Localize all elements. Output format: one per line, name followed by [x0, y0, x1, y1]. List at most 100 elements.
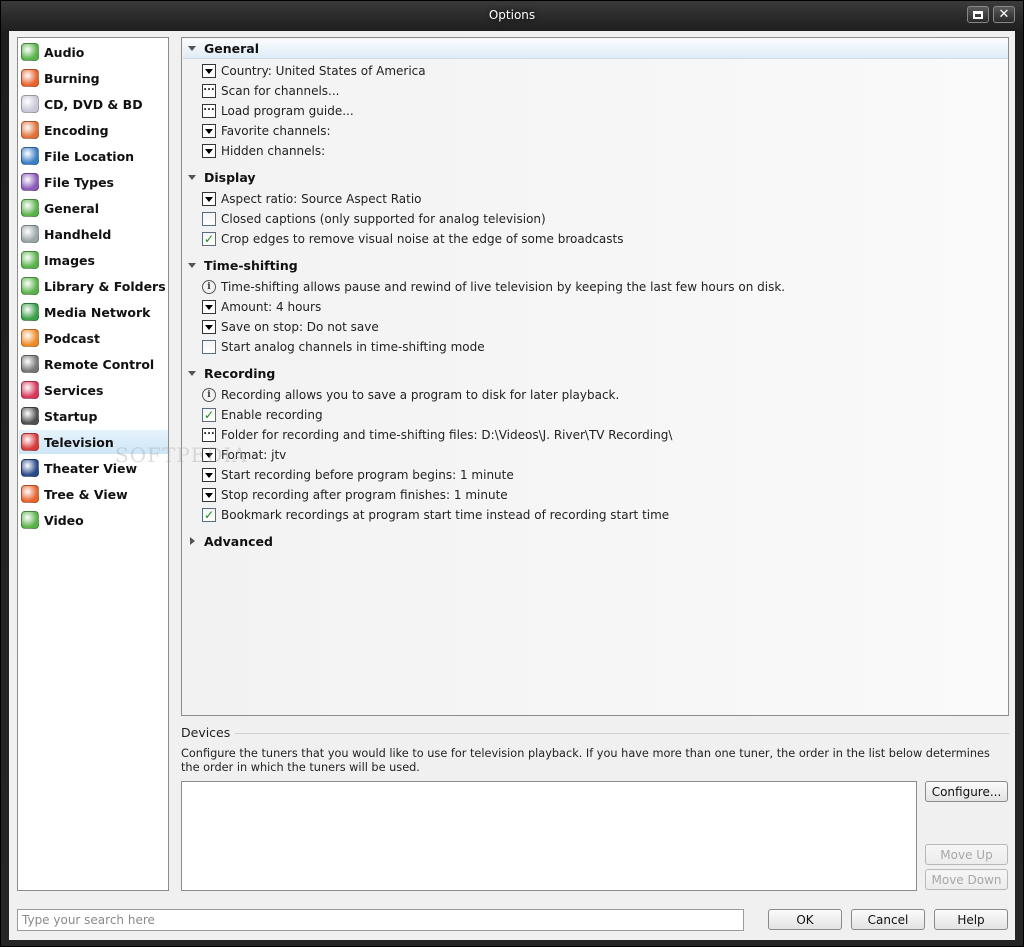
- maximize-button[interactable]: [967, 6, 989, 23]
- video-icon: [21, 511, 39, 529]
- sidebar-item-file-types[interactable]: File Types: [19, 170, 168, 194]
- option-label: Start analog channels in time-shifting m…: [221, 340, 485, 354]
- dropdown-arrow-icon[interactable]: [202, 144, 216, 158]
- sidebar-item-handheld[interactable]: Handheld: [19, 222, 168, 246]
- globe-icon: [21, 147, 39, 165]
- group-display[interactable]: Display: [188, 167, 256, 187]
- dropdown-arrow-icon[interactable]: [202, 468, 216, 482]
- move-down-button[interactable]: Move Down: [925, 869, 1008, 890]
- sidebar-item-audio[interactable]: Audio: [19, 40, 168, 64]
- group-advanced[interactable]: Advanced: [188, 531, 273, 551]
- devices-divider: [235, 733, 1009, 734]
- sidebar-item-tree-view[interactable]: Tree & View: [19, 482, 168, 506]
- sidebar-item-label: Library & Folders: [44, 278, 166, 294]
- collapse-triangle-icon: [188, 370, 196, 376]
- option-label: Time-shifting allows pause and rewind of…: [221, 280, 786, 294]
- option-dropdown[interactable]: Hidden channels:: [202, 142, 325, 160]
- sidebar-item-remote-control[interactable]: Remote Control: [19, 352, 168, 376]
- checkbox[interactable]: [202, 232, 216, 246]
- sidebar-item-services[interactable]: Services: [19, 378, 168, 402]
- sidebar-item-label: Startup: [44, 408, 98, 424]
- dropdown-arrow-icon[interactable]: [202, 192, 216, 206]
- option-dropdown[interactable]: Country: United States of America: [202, 62, 426, 80]
- sidebar-item-label: File Location: [44, 148, 135, 164]
- close-button[interactable]: ✕: [993, 6, 1015, 23]
- option-dropdown[interactable]: Amount: 4 hours: [202, 298, 321, 316]
- checkbox[interactable]: [202, 408, 216, 422]
- option-checkbox[interactable]: Enable recording: [202, 406, 323, 424]
- sidebar-item-startup[interactable]: Startup: [19, 404, 168, 428]
- group-time-shifting[interactable]: Time-shifting: [188, 255, 298, 275]
- checkbox[interactable]: [202, 508, 216, 522]
- dropdown-arrow-icon[interactable]: [202, 300, 216, 314]
- tuner-list[interactable]: [181, 781, 917, 891]
- group-label: Display: [204, 169, 256, 185]
- option-label: Bookmark recordings at program start tim…: [221, 508, 670, 522]
- ellipsis-button[interactable]: [202, 104, 216, 118]
- option-dropdown[interactable]: Stop recording after program finishes: 1…: [202, 486, 508, 504]
- sidebar-item-label: File Types: [44, 174, 114, 190]
- option-dropdown[interactable]: Favorite channels:: [202, 122, 331, 140]
- sidebar-item-encoding[interactable]: Encoding: [19, 118, 168, 142]
- option-label: Aspect ratio: Source Aspect Ratio: [221, 192, 422, 206]
- sidebar-item-general[interactable]: General: [19, 196, 168, 220]
- option-label: Amount: 4 hours: [221, 300, 322, 314]
- sidebar-item-video[interactable]: Video: [19, 508, 168, 532]
- group-recording[interactable]: Recording: [188, 363, 275, 383]
- group-label: Advanced: [204, 533, 273, 549]
- group-label: General: [204, 41, 259, 56]
- option-dots[interactable]: Scan for channels...: [202, 82, 339, 100]
- checkbox[interactable]: [202, 340, 216, 354]
- dropdown-arrow-icon[interactable]: [202, 124, 216, 138]
- move-up-button[interactable]: Move Up: [925, 844, 1008, 865]
- option-checkbox[interactable]: Crop edges to remove visual noise at the…: [202, 230, 623, 248]
- sidebar-item-label: Media Network: [44, 304, 151, 320]
- checkbox[interactable]: [202, 212, 216, 226]
- burning-icon: [21, 69, 39, 87]
- option-label: Scan for channels...: [221, 84, 340, 98]
- group-general[interactable]: General: [183, 39, 1008, 59]
- remote-icon: [21, 355, 39, 373]
- title-bar[interactable]: Options ✕: [1, 1, 1023, 31]
- cancel-button[interactable]: Cancel: [851, 909, 925, 930]
- option-dropdown[interactable]: Aspect ratio: Source Aspect Ratio: [202, 190, 422, 208]
- television-icon: [21, 433, 39, 451]
- option-label: Hidden channels:: [221, 144, 326, 158]
- sidebar-item-images[interactable]: Images: [19, 248, 168, 272]
- option-dropdown[interactable]: Start recording before program begins: 1…: [202, 466, 514, 484]
- option-checkbox[interactable]: Start analog channels in time-shifting m…: [202, 338, 485, 356]
- ellipsis-button[interactable]: [202, 84, 216, 98]
- option-dropdown[interactable]: Save on stop: Do not save: [202, 318, 379, 336]
- sidebar-item-podcast[interactable]: Podcast: [19, 326, 168, 350]
- dropdown-arrow-icon[interactable]: [202, 488, 216, 502]
- configure-button[interactable]: Configure...: [925, 781, 1008, 802]
- dropdown-arrow-icon[interactable]: [202, 320, 216, 334]
- sidebar-item-label: Remote Control: [44, 356, 155, 372]
- sidebar-item-label: Television: [44, 434, 114, 450]
- tree-icon: [21, 485, 39, 503]
- sidebar-item-media-network[interactable]: Media Network: [19, 300, 168, 324]
- help-button[interactable]: Help: [934, 909, 1008, 930]
- option-info: Recording allows you to save a program t…: [202, 386, 619, 404]
- option-label: Folder for recording and time-shifting f…: [221, 428, 673, 442]
- sidebar-item-burning[interactable]: Burning: [19, 66, 168, 90]
- sidebar-item-library-folders[interactable]: Library & Folders: [19, 274, 168, 298]
- network-icon: [21, 303, 39, 321]
- ok-button[interactable]: OK: [768, 909, 842, 930]
- option-checkbox[interactable]: Closed captions (only supported for anal…: [202, 210, 546, 228]
- option-label: Stop recording after program finishes: 1…: [221, 488, 508, 502]
- option-dots[interactable]: Load program guide...: [202, 102, 354, 120]
- option-label: Save on stop: Do not save: [221, 320, 379, 334]
- devices-description: Configure the tuners that you would like…: [181, 747, 990, 774]
- option-label: Load program guide...: [221, 104, 354, 118]
- option-dots[interactable]: Folder for recording and time-shifting f…: [202, 426, 672, 444]
- option-checkbox[interactable]: Bookmark recordings at program start tim…: [202, 506, 669, 524]
- sidebar-item-cd-dvd-bd[interactable]: CD, DVD & BD: [19, 92, 168, 116]
- puzzle-icon: [21, 173, 39, 191]
- ellipsis-button[interactable]: [202, 428, 216, 442]
- search-input[interactable]: [17, 909, 744, 931]
- sidebar-item-file-location[interactable]: File Location: [19, 144, 168, 168]
- services-icon: [21, 381, 39, 399]
- dropdown-arrow-icon[interactable]: [202, 64, 216, 78]
- sidebar-item-label: Audio: [44, 44, 85, 60]
